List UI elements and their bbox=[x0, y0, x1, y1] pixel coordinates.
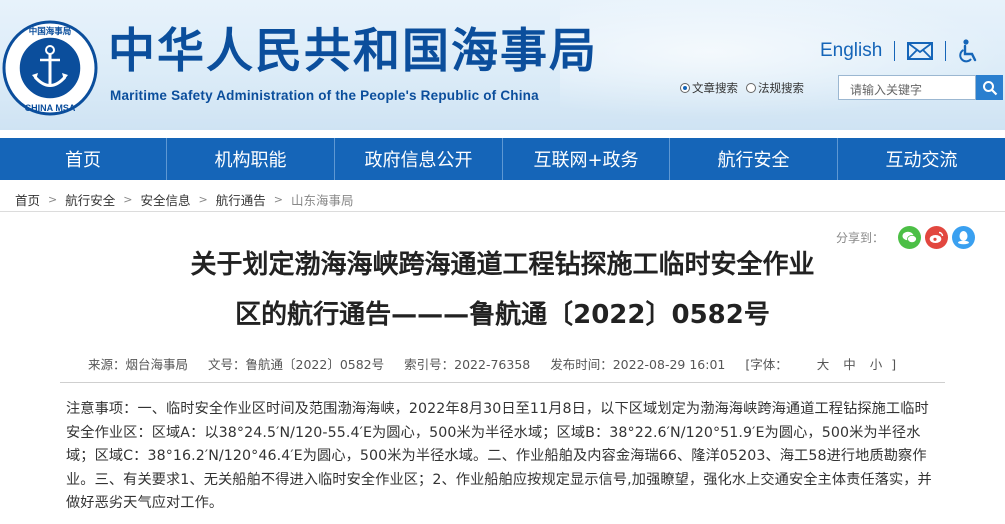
logo-text-bottom: CHINA MSA bbox=[25, 103, 76, 113]
breadcrumb-home[interactable]: 首页 bbox=[15, 190, 40, 209]
radio-article-search-label: 文章搜索 bbox=[692, 81, 738, 95]
breadcrumb-safety-info[interactable]: 安全信息 bbox=[140, 190, 190, 209]
site-header: 中国海事局 CHINA MSA 中华人民共和国海事局 Maritime Safe… bbox=[0, 0, 1005, 130]
radio-article-search[interactable]: 文章搜索 bbox=[680, 80, 738, 96]
font-size-control: [字体： 大 中 小 ] bbox=[745, 354, 916, 373]
meta-divider bbox=[60, 382, 945, 383]
top-links: English bbox=[820, 38, 980, 64]
chevron-right-icon: > bbox=[273, 193, 283, 206]
main-nav: 首页 机构职能 政府信息公开 互联网+政务 航行安全 互动交流 bbox=[0, 138, 1005, 180]
breadcrumb-navigation-safety[interactable]: 航行安全 bbox=[65, 190, 115, 209]
breadcrumb-divider bbox=[0, 211, 1005, 212]
meta-source: 来源：烟台海事局 bbox=[88, 357, 189, 372]
radio-law-search[interactable]: 法规搜索 bbox=[746, 80, 804, 96]
site-title-en: Maritime Safety Administration of the Pe… bbox=[110, 88, 539, 103]
search-input[interactable]: 请输入关键字 bbox=[838, 75, 976, 100]
radio-dot bbox=[746, 83, 756, 93]
meta-index-number: 索引号：2022-76358 bbox=[404, 357, 531, 372]
nav-item-home[interactable]: 首页 bbox=[0, 138, 167, 180]
accessibility-icon[interactable] bbox=[958, 39, 980, 63]
breadcrumb-shandong-msa[interactable]: 山东海事局 bbox=[291, 190, 354, 209]
english-link[interactable]: English bbox=[820, 40, 882, 62]
china-msa-logo[interactable]: 中国海事局 CHINA MSA bbox=[2, 20, 98, 116]
font-size-close: ] bbox=[891, 357, 897, 372]
header-background-wave bbox=[560, 0, 1005, 130]
chevron-right-icon: > bbox=[123, 193, 133, 206]
qq-icon[interactable] bbox=[952, 226, 976, 249]
meta-publish-time: 发布时间：2022-08-29 16:01 bbox=[550, 357, 726, 372]
article-body: 注意事项：一、临时安全作业区时间及范围渤海海峡，2022年8月30日至11月8日… bbox=[66, 401, 932, 511]
breadcrumb: 首页 > 航行安全 > 安全信息 > 航行通告 > 山东海事局 bbox=[15, 190, 353, 209]
search-options: 文章搜索 法规搜索 bbox=[680, 80, 812, 96]
article-meta: 来源：烟台海事局 文号：鲁航通〔2022〕0582号 索引号：2022-7635… bbox=[88, 354, 916, 373]
logo-text-top: 中国海事局 bbox=[29, 26, 72, 37]
chevron-right-icon: > bbox=[198, 193, 208, 206]
font-large-button[interactable]: 大 bbox=[817, 357, 830, 372]
chevron-right-icon: > bbox=[48, 193, 58, 206]
font-medium-button[interactable]: 中 bbox=[843, 357, 856, 372]
top-links-separator bbox=[894, 41, 896, 61]
nav-item-functions[interactable]: 机构职能 bbox=[167, 138, 335, 180]
article-title-line-2: 区的航行通告———鲁航通〔2022〕0582号 bbox=[235, 300, 770, 330]
top-links-separator bbox=[945, 41, 947, 61]
nav-item-gov-info[interactable]: 政府信息公开 bbox=[335, 138, 503, 180]
radio-dot-selected bbox=[680, 83, 690, 93]
nav-item-navigation-safety[interactable]: 航行安全 bbox=[670, 138, 838, 180]
weibo-icon[interactable] bbox=[925, 226, 949, 249]
breadcrumb-notices[interactable]: 航行通告 bbox=[216, 190, 266, 209]
font-size-label: [字体： bbox=[745, 357, 788, 372]
search-button[interactable] bbox=[976, 75, 1003, 100]
nav-item-internet-gov[interactable]: 互联网+政务 bbox=[503, 138, 670, 180]
article-title-line-1: 关于划定渤海海峡跨海通道工程钻探施工临时安全作业 bbox=[190, 250, 815, 280]
nav-item-interaction[interactable]: 互动交流 bbox=[838, 138, 1005, 180]
font-small-button[interactable]: 小 bbox=[870, 357, 883, 372]
mail-icon[interactable] bbox=[907, 41, 934, 61]
site-title-cn: 中华人民共和国海事局 bbox=[108, 24, 598, 79]
search-icon bbox=[982, 80, 997, 95]
radio-law-search-label: 法规搜索 bbox=[758, 81, 804, 95]
article-title: 关于划定渤海海峡跨海通道工程钻探施工临时安全作业 区的航行通告———鲁航通〔20… bbox=[120, 240, 885, 340]
wechat-icon[interactable] bbox=[898, 226, 922, 249]
meta-doc-number: 文号：鲁航通〔2022〕0582号 bbox=[208, 357, 385, 372]
